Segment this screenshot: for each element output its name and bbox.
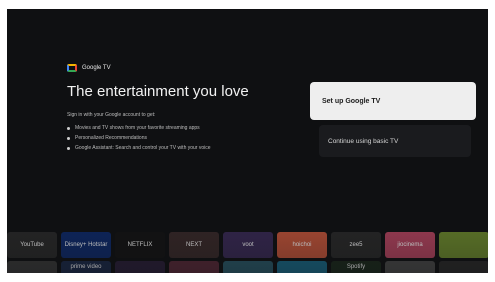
benefit-text: Movies and TV shows from your favorite s… [75, 125, 200, 131]
brand: Google TV [67, 64, 111, 72]
app-tile [439, 261, 488, 273]
headline: The entertainment you love [67, 83, 249, 100]
app-tile [115, 261, 165, 273]
app-tile [385, 261, 435, 273]
app-tile [439, 232, 488, 258]
benefit-text: Google Assistant: Search and control you… [75, 145, 211, 151]
benefits-list: Movies and TV shows from your favorite s… [67, 123, 211, 153]
app-tiles-strip: YouTube Disney+ Hotstar NETFLIX NEXT voot hoi… [7, 230, 488, 273]
app-tile: zee5 [331, 232, 381, 258]
benefit-item: Google Assistant: Search and control you… [67, 143, 211, 153]
app-tile: YouTube [7, 232, 57, 258]
app-tile [169, 261, 219, 273]
app-tile: jiocinema [385, 232, 435, 258]
tv-screen: Google TV The entertainment you love Sig… [7, 9, 488, 273]
continue-basic-tv-button[interactable]: Continue using basic TV [319, 125, 471, 157]
app-tile: voot [223, 232, 273, 258]
benefit-item: Personalized Recommendations [67, 133, 211, 143]
intro-text: Sign in with your Google account to get: [67, 112, 156, 118]
benefit-text: Personalized Recommendations [75, 135, 147, 141]
benefit-item: Movies and TV shows from your favorite s… [67, 123, 211, 133]
app-tile [7, 261, 57, 273]
app-tile: Spotify [331, 261, 381, 273]
app-row-bottom: prime video Spotify [7, 261, 488, 273]
bullet-dot-icon [67, 146, 70, 150]
app-tile: Disney+ Hotstar [61, 232, 111, 258]
app-tile: hoichoi [277, 232, 327, 258]
google-tv-logo-icon [67, 64, 77, 72]
brand-name: Google TV [82, 65, 111, 71]
bullet-dot-icon [67, 126, 70, 130]
bullet-dot-icon [67, 136, 70, 140]
app-row-top: YouTube Disney+ Hotstar NETFLIX NEXT voot hoi… [7, 232, 488, 258]
app-tile: NEXT [169, 232, 219, 258]
app-tile: prime video [61, 261, 111, 273]
app-tile [277, 261, 327, 273]
app-tile: NETFLIX [115, 232, 165, 258]
app-tile [223, 261, 273, 273]
setup-google-tv-button[interactable]: Set up Google TV [310, 82, 476, 120]
